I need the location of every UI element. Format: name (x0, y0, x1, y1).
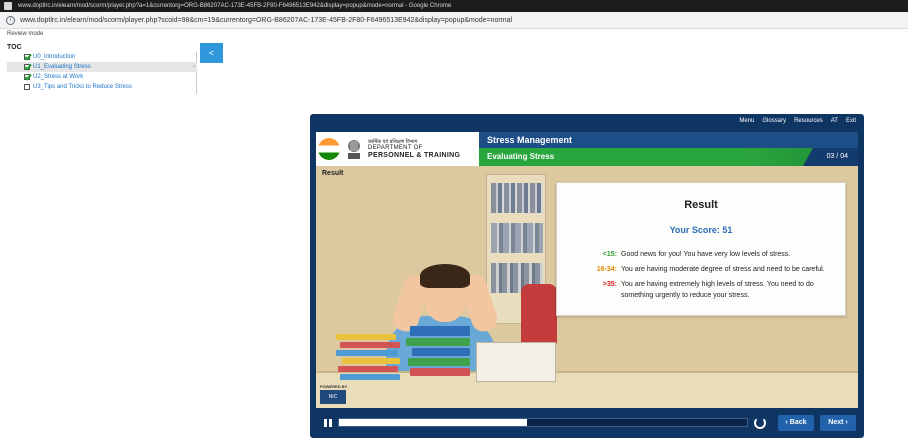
nav-resources-link[interactable]: Resources (794, 118, 823, 130)
score-label: Your Score: (669, 225, 720, 235)
incomplete-checkbox-icon (24, 84, 30, 90)
toc-item-label[interactable]: U0_Introduction (33, 52, 75, 62)
range-high-text: You are having extremely high levels of … (621, 281, 814, 299)
flag-icon (318, 138, 340, 160)
completed-checkbox-icon (24, 64, 30, 70)
nav-exit-link[interactable]: Exit (846, 118, 856, 130)
dopt-logo: कार्मिक एवं प्रशिक्षण विभाग DEPARTMENT O… (316, 132, 479, 166)
player-top-nav: Menu Glossary Resources AT Exit (739, 118, 856, 130)
range-low-label: <15: (602, 251, 617, 258)
range-moderate: 16-34: You are having moderate degree of… (561, 264, 843, 275)
course-header: कार्मिक एवं प्रशिक्षण विभाग DEPARTMENT O… (316, 132, 858, 166)
info-icon[interactable]: i (6, 16, 15, 25)
book-stack-illustration (406, 326, 476, 380)
nic-logo: NIC (320, 390, 346, 404)
toc-item-evaluating-stress[interactable]: U1_Evaluating Stress › (7, 62, 197, 72)
toc-item-stress-at-work[interactable]: U2_Stress at Work (7, 72, 197, 82)
slide-stage: Result Result Your Score: 51 <15: Good n… (316, 166, 858, 408)
toc-item-tips-and-tricks[interactable]: U3_Tips and Tricks to Reduce Stress (7, 82, 197, 92)
range-high: >35: You are having extremely high level… (561, 279, 843, 301)
dept-name-line1: DEPARTMENT OF (368, 145, 423, 151)
course-player: Menu Glossary Resources AT Exit कार्मिक … (310, 114, 864, 438)
nav-at-link[interactable]: AT (831, 118, 838, 130)
paper-pile-illustration (476, 342, 556, 382)
review-mode-label: Review mode (7, 31, 44, 37)
slide-label: Result (322, 170, 344, 177)
chevron-right-icon: › (193, 64, 195, 70)
url-text[interactable]: www.doptlrc.in/elearn/mod/scorm/player.p… (20, 17, 512, 24)
range-moderate-label: 16-34: (596, 266, 617, 273)
range-low-text: Good news for you! You have very low lev… (621, 251, 791, 258)
nav-glossary-link[interactable]: Glossary (762, 118, 786, 130)
man-hair (420, 264, 470, 288)
window-titlebar: www.doptlrc.in/elearn/mod/scorm/player.p… (0, 0, 908, 12)
toc-item-label[interactable]: U1_Evaluating Stress (33, 62, 91, 72)
toc-collapse-button[interactable]: < (200, 43, 223, 63)
toc-item-introduction[interactable]: U0_Introduction (7, 52, 197, 62)
pause-button[interactable] (322, 417, 334, 429)
player-controls: ‹ Back Next › (316, 412, 858, 434)
progress-fill (339, 419, 527, 426)
score-line: Your Score: 51 (557, 225, 845, 235)
range-high-label: >35: (602, 281, 617, 288)
completed-checkbox-icon (24, 54, 30, 60)
national-emblem-icon (348, 140, 360, 159)
toc-tree: U0_Introduction U1_Evaluating Stress › U… (7, 52, 197, 94)
chair-illustration (521, 284, 557, 344)
course-title: Stress Management (479, 132, 858, 148)
toc-item-label[interactable]: U3_Tips and Tricks to Reduce Stress (33, 82, 132, 92)
range-low: <15: Good news for you! You have very lo… (561, 249, 843, 260)
score-value: 51 (722, 225, 733, 235)
topic-title: Evaluating Stress (479, 148, 858, 166)
file-stack-illustration (336, 334, 406, 384)
next-button[interactable]: Next › (820, 415, 856, 431)
result-card: Result Your Score: 51 <15: Good news for… (556, 182, 846, 316)
progress-bar[interactable] (338, 418, 748, 427)
result-title: Result (684, 199, 718, 211)
address-bar[interactable]: i www.doptlrc.in/elearn/mod/scorm/player… (0, 12, 908, 29)
powered-by-label: POWERED BY (320, 384, 348, 389)
nav-menu-link[interactable]: Menu (739, 118, 754, 130)
toc-item-label[interactable]: U2_Stress at Work (33, 72, 83, 82)
browser-favicon-icon (4, 2, 12, 10)
back-button[interactable]: ‹ Back (778, 415, 814, 431)
dept-name-line2: PERSONNEL & TRAINING (368, 152, 461, 159)
replay-icon[interactable] (754, 417, 766, 429)
range-moderate-text: You are having moderate degree of stress… (621, 266, 825, 273)
toc-heading: TOC (7, 44, 22, 51)
completed-checkbox-icon (24, 74, 30, 80)
window-title: www.doptlrc.in/elearn/mod/scorm/player.p… (18, 3, 452, 9)
